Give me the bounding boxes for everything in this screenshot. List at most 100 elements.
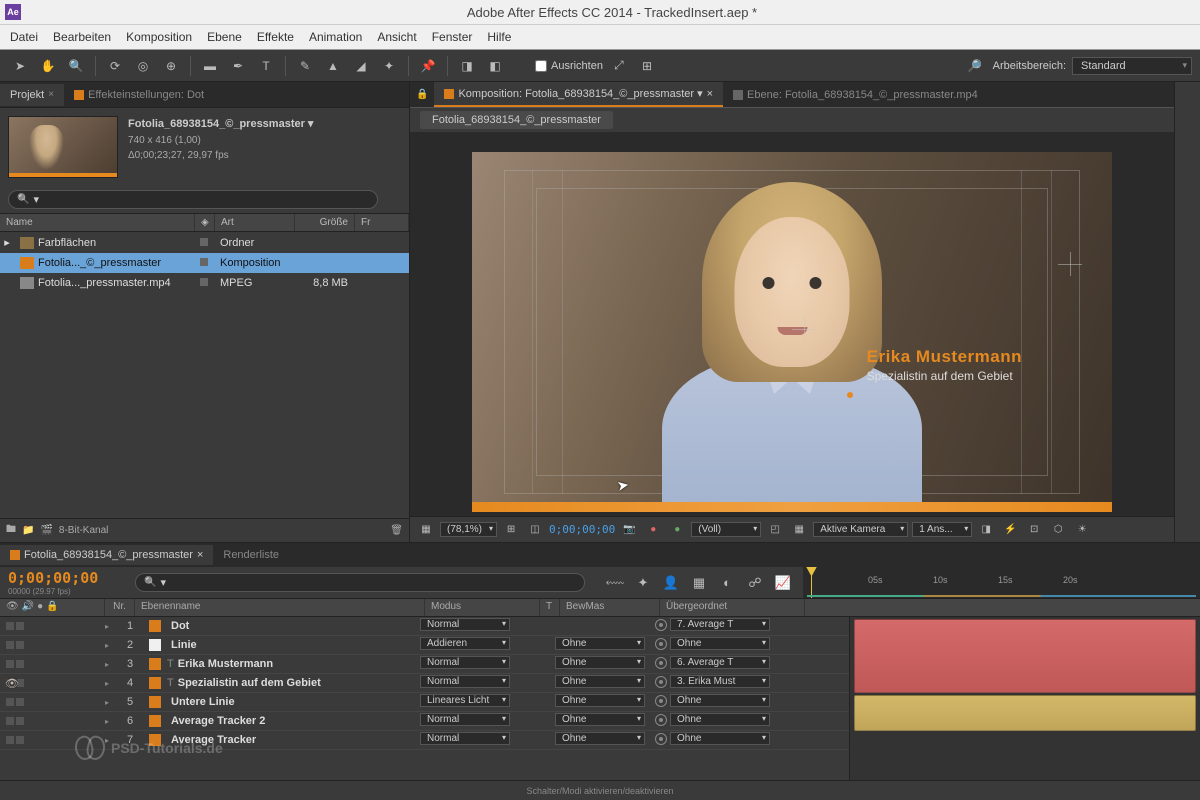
- pickwhip-icon[interactable]: [655, 619, 667, 631]
- close-icon[interactable]: ×: [707, 88, 713, 100]
- time-ruler[interactable]: 05s 10s 15s 20s: [803, 567, 1200, 599]
- visibility-toggle-icon[interactable]: 👁: [6, 677, 18, 689]
- parent-dropdown[interactable]: 3. Erika Must: [670, 675, 770, 688]
- align-checkbox[interactable]: Ausrichten: [535, 60, 603, 72]
- timeline-tracks[interactable]: [850, 617, 1200, 780]
- selection-tool-icon[interactable]: ➤: [8, 54, 32, 78]
- views-dropdown[interactable]: 1 Ans...: [912, 522, 972, 537]
- blend-mode-dropdown[interactable]: Normal: [420, 618, 510, 631]
- current-timecode[interactable]: 0;00;00;00: [8, 569, 117, 587]
- track-matte-dropdown[interactable]: Ohne: [555, 656, 645, 669]
- camera-tool-icon[interactable]: ◎: [131, 54, 155, 78]
- workspace-dropdown[interactable]: Standard: [1072, 57, 1192, 75]
- tab-effect-controls[interactable]: Effekteinstellungen: Dot: [64, 84, 214, 106]
- anchor-point-icon[interactable]: [792, 317, 816, 341]
- fast-preview-icon[interactable]: ⚡: [1000, 520, 1020, 540]
- pickwhip-icon[interactable]: [655, 733, 667, 745]
- toggle-switches-button[interactable]: Schalter/Modi aktivieren/deaktivieren: [526, 786, 673, 796]
- twirl-icon[interactable]: ▸: [105, 698, 115, 707]
- layer-row[interactable]: 👁▸5Untere LinieLineares LichtOhneOhne: [0, 693, 849, 712]
- breadcrumb-item[interactable]: Fotolia_68938154_©_pressmaster: [420, 111, 613, 129]
- parent-dropdown[interactable]: 6. Average T: [670, 656, 770, 669]
- snap-grid-icon[interactable]: ⊞: [635, 54, 659, 78]
- tab-layer[interactable]: Ebene: Fotolia_68938154_©_pressmaster.mp…: [723, 84, 988, 106]
- layer-row[interactable]: 👁▸3TErika MustermannNormalOhne6. Average…: [0, 655, 849, 674]
- zoom-dropdown[interactable]: (78,1%): [440, 522, 497, 537]
- pixel-aspect-icon[interactable]: ◨: [976, 520, 996, 540]
- playhead[interactable]: [811, 567, 812, 598]
- label-swatch[interactable]: [149, 639, 161, 651]
- grid-icon[interactable]: ⊞: [501, 520, 521, 540]
- motion-blur-icon[interactable]: ◐: [715, 571, 739, 595]
- flowchart-icon[interactable]: ⬡: [1048, 520, 1068, 540]
- project-item[interactable]: Fotolia..._pressmaster.mp4MPEG8,8 MB: [0, 273, 409, 293]
- tab-project[interactable]: Projekt×: [0, 84, 64, 106]
- tab-timeline-comp[interactable]: Fotolia_68938154_©_pressmaster ×: [0, 545, 213, 565]
- brainstorm-icon[interactable]: ☍: [743, 571, 767, 595]
- mask-icon[interactable]: ◫: [525, 520, 545, 540]
- menu-layer[interactable]: Ebene: [207, 30, 242, 44]
- menu-edit[interactable]: Bearbeiten: [53, 30, 111, 44]
- label-swatch[interactable]: [149, 620, 161, 632]
- channel-icon[interactable]: ●: [643, 520, 663, 540]
- exposure-icon[interactable]: ☀: [1072, 520, 1092, 540]
- twirl-icon[interactable]: ▸: [105, 736, 115, 745]
- channel-icon[interactable]: ●: [667, 520, 687, 540]
- layer-row[interactable]: 👁▸2LinieAddierenOhneOhne: [0, 636, 849, 655]
- always-preview-icon[interactable]: ▦: [416, 520, 436, 540]
- blend-mode-dropdown[interactable]: Normal: [420, 656, 510, 669]
- snapshot-icon[interactable]: 📷: [619, 520, 639, 540]
- resolution-dropdown[interactable]: (Voll): [691, 522, 761, 537]
- layer-bar[interactable]: [854, 619, 1196, 693]
- menu-help[interactable]: Hilfe: [487, 30, 511, 44]
- shape-tool-icon[interactable]: ◨: [455, 54, 479, 78]
- draft3d-icon[interactable]: ✦: [631, 571, 655, 595]
- clone-tool-icon[interactable]: ▲: [321, 54, 345, 78]
- twirl-icon[interactable]: ▸: [105, 717, 115, 726]
- pin-tool-icon[interactable]: 📌: [416, 54, 440, 78]
- parent-dropdown[interactable]: Ohne: [670, 732, 770, 745]
- layer-row[interactable]: 👁▸7Average TrackerNormalOhneOhne: [0, 731, 849, 750]
- menu-animation[interactable]: Animation: [309, 30, 362, 44]
- gradient-tool-icon[interactable]: ◧: [483, 54, 507, 78]
- layer-bar[interactable]: [854, 695, 1196, 731]
- track-matte-dropdown[interactable]: Ohne: [555, 713, 645, 726]
- composition-viewer[interactable]: Erika Mustermann Spezialistin auf dem Ge…: [410, 132, 1174, 516]
- menu-file[interactable]: Datei: [10, 30, 38, 44]
- rect-tool-icon[interactable]: ▬: [198, 54, 222, 78]
- pen-tool-icon[interactable]: ✒: [226, 54, 250, 78]
- comp-mini-flowchart-icon[interactable]: ⬳: [603, 571, 627, 595]
- blend-mode-dropdown[interactable]: Normal: [420, 713, 510, 726]
- twirl-icon[interactable]: ▸: [105, 641, 115, 650]
- current-time[interactable]: 0;00;00;00: [549, 523, 615, 536]
- roi-icon[interactable]: ◰: [765, 520, 785, 540]
- pickwhip-icon[interactable]: [655, 638, 667, 650]
- frame-blend-icon[interactable]: ▦: [687, 571, 711, 595]
- tab-composition[interactable]: Komposition: Fotolia_68938154_©_pressmas…: [434, 82, 723, 107]
- folder-icon[interactable]: 📁: [22, 525, 34, 536]
- pan-behind-tool-icon[interactable]: ⊕: [159, 54, 183, 78]
- text-tool-icon[interactable]: T: [254, 54, 278, 78]
- track-matte-dropdown[interactable]: Ohne: [555, 637, 645, 650]
- zoom-tool-icon[interactable]: 🔍: [64, 54, 88, 78]
- pickwhip-icon[interactable]: [655, 657, 667, 669]
- parent-dropdown[interactable]: Ohne: [670, 713, 770, 726]
- lock-icon[interactable]: 🔒: [410, 89, 434, 100]
- menu-window[interactable]: Fenster: [432, 30, 473, 44]
- twirl-icon[interactable]: ▸: [105, 679, 115, 688]
- camera-dropdown[interactable]: Aktive Kamera: [813, 522, 908, 537]
- blend-mode-dropdown[interactable]: Addieren: [420, 637, 510, 650]
- snap-icon[interactable]: ⤢: [607, 54, 631, 78]
- label-swatch[interactable]: [149, 715, 161, 727]
- track-matte-dropdown[interactable]: Ohne: [555, 675, 645, 688]
- comp-new-icon[interactable]: 🎬: [40, 525, 52, 536]
- trash-icon[interactable]: 🗑: [390, 525, 403, 536]
- parent-dropdown[interactable]: Ohne: [670, 637, 770, 650]
- right-panels-collapsed[interactable]: [1175, 82, 1200, 542]
- blend-mode-dropdown[interactable]: Lineares Licht: [420, 694, 510, 707]
- pickwhip-icon[interactable]: [655, 714, 667, 726]
- close-icon[interactable]: ×: [48, 89, 54, 100]
- anchor-point-icon[interactable]: [1058, 252, 1082, 276]
- blend-mode-dropdown[interactable]: Normal: [420, 732, 510, 745]
- hand-tool-icon[interactable]: ✋: [36, 54, 60, 78]
